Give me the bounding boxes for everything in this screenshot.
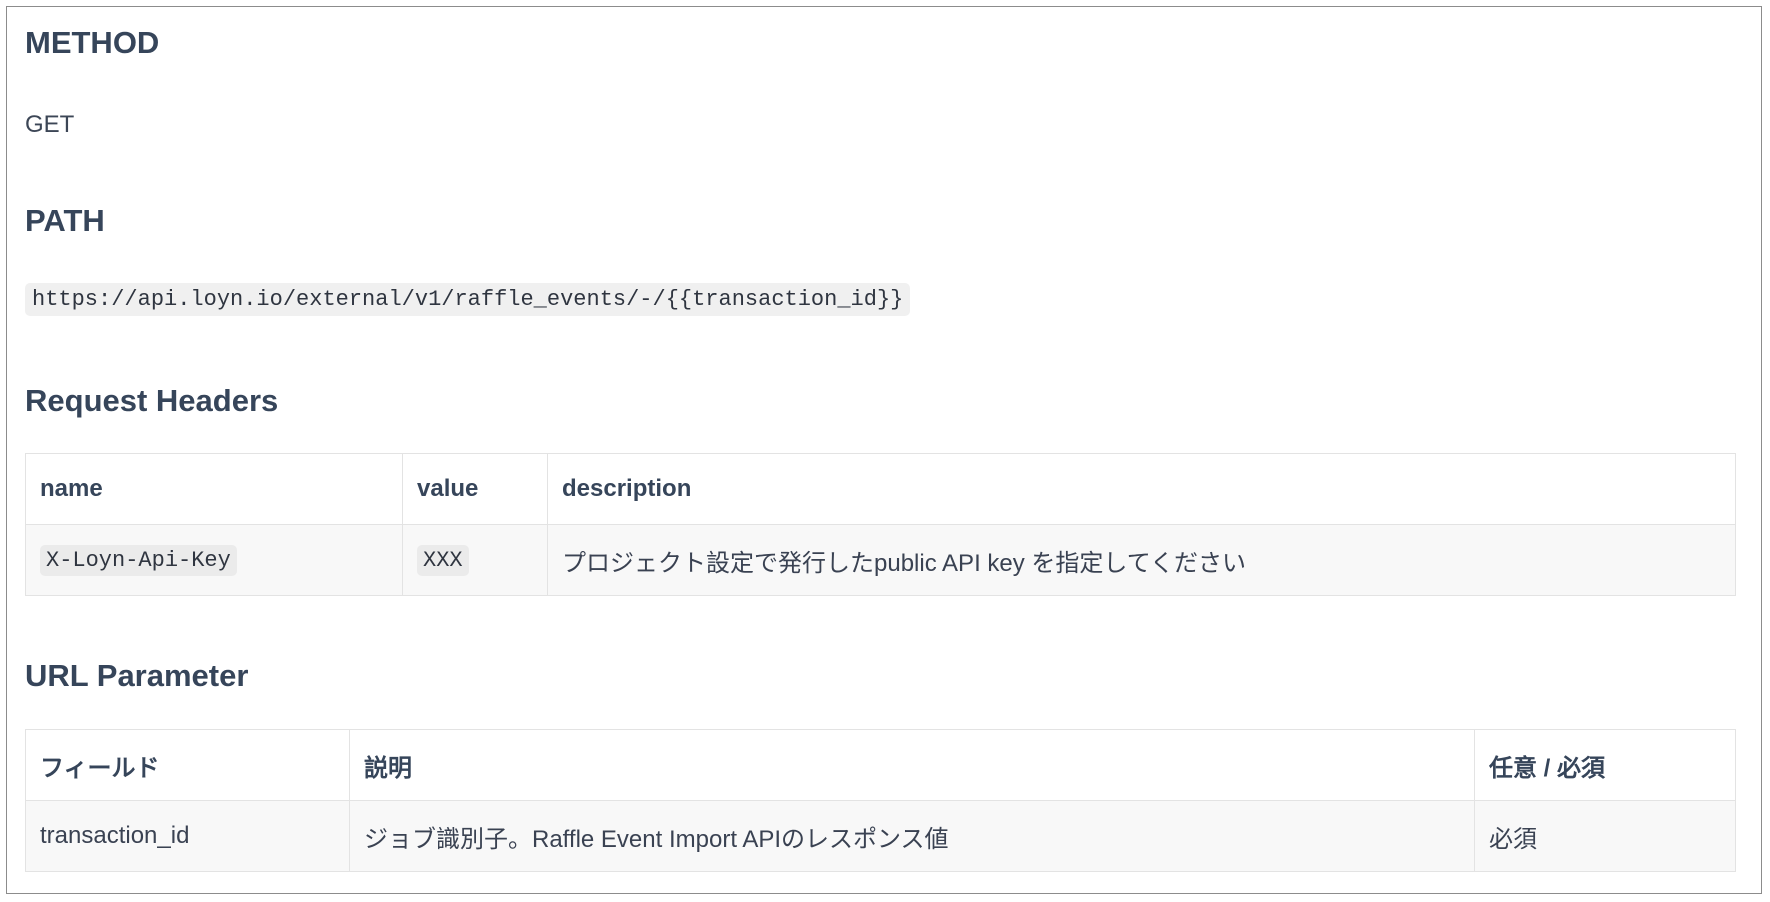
- table-row: X-Loyn-Api-Key XXX プロジェクト設定で発行したpublic A…: [25, 524, 1736, 596]
- header-name-code: X-Loyn-Api-Key: [40, 544, 237, 576]
- param-required-cell: 必須: [1474, 800, 1736, 872]
- table-header-row: name value description: [25, 453, 1736, 525]
- method-value: GET: [25, 111, 75, 138]
- column-header-required: 任意 / 必須: [1474, 729, 1736, 801]
- column-header-explanation: 説明: [349, 729, 1475, 801]
- path-heading: PATH: [25, 203, 105, 238]
- header-value-code: XXX: [417, 544, 469, 576]
- param-description-cell: ジョブ識別子。Raffle Event Import APIのレスポンス値: [349, 800, 1475, 872]
- param-field-cell: transaction_id: [25, 800, 350, 872]
- url-parameter-table: フィールド 説明 任意 / 必須 transaction_id ジョブ識別子。R…: [25, 729, 1736, 872]
- table-header-row: フィールド 説明 任意 / 必須: [25, 729, 1736, 801]
- method-heading: METHOD: [25, 25, 160, 60]
- header-value-cell: XXX: [402, 524, 548, 596]
- column-header-description: description: [547, 453, 1736, 525]
- column-header-value: value: [402, 453, 548, 525]
- column-header-field: フィールド: [25, 729, 350, 801]
- request-headers-table: name value description X-Loyn-Api-Key XX…: [25, 453, 1736, 596]
- url-parameter-heading: URL Parameter: [25, 658, 249, 693]
- request-headers-heading: Request Headers: [25, 383, 279, 418]
- table-row: transaction_id ジョブ識別子。Raffle Event Impor…: [25, 800, 1736, 872]
- path-url-code: https://api.loyn.io/external/v1/raffle_e…: [25, 283, 911, 316]
- document-frame: METHOD GET PATH https://api.loyn.io/exte…: [6, 6, 1762, 894]
- column-header-name: name: [25, 453, 403, 525]
- header-description-cell: プロジェクト設定で発行したpublic API key を指定してください: [547, 524, 1736, 596]
- header-name-cell: X-Loyn-Api-Key: [25, 524, 403, 596]
